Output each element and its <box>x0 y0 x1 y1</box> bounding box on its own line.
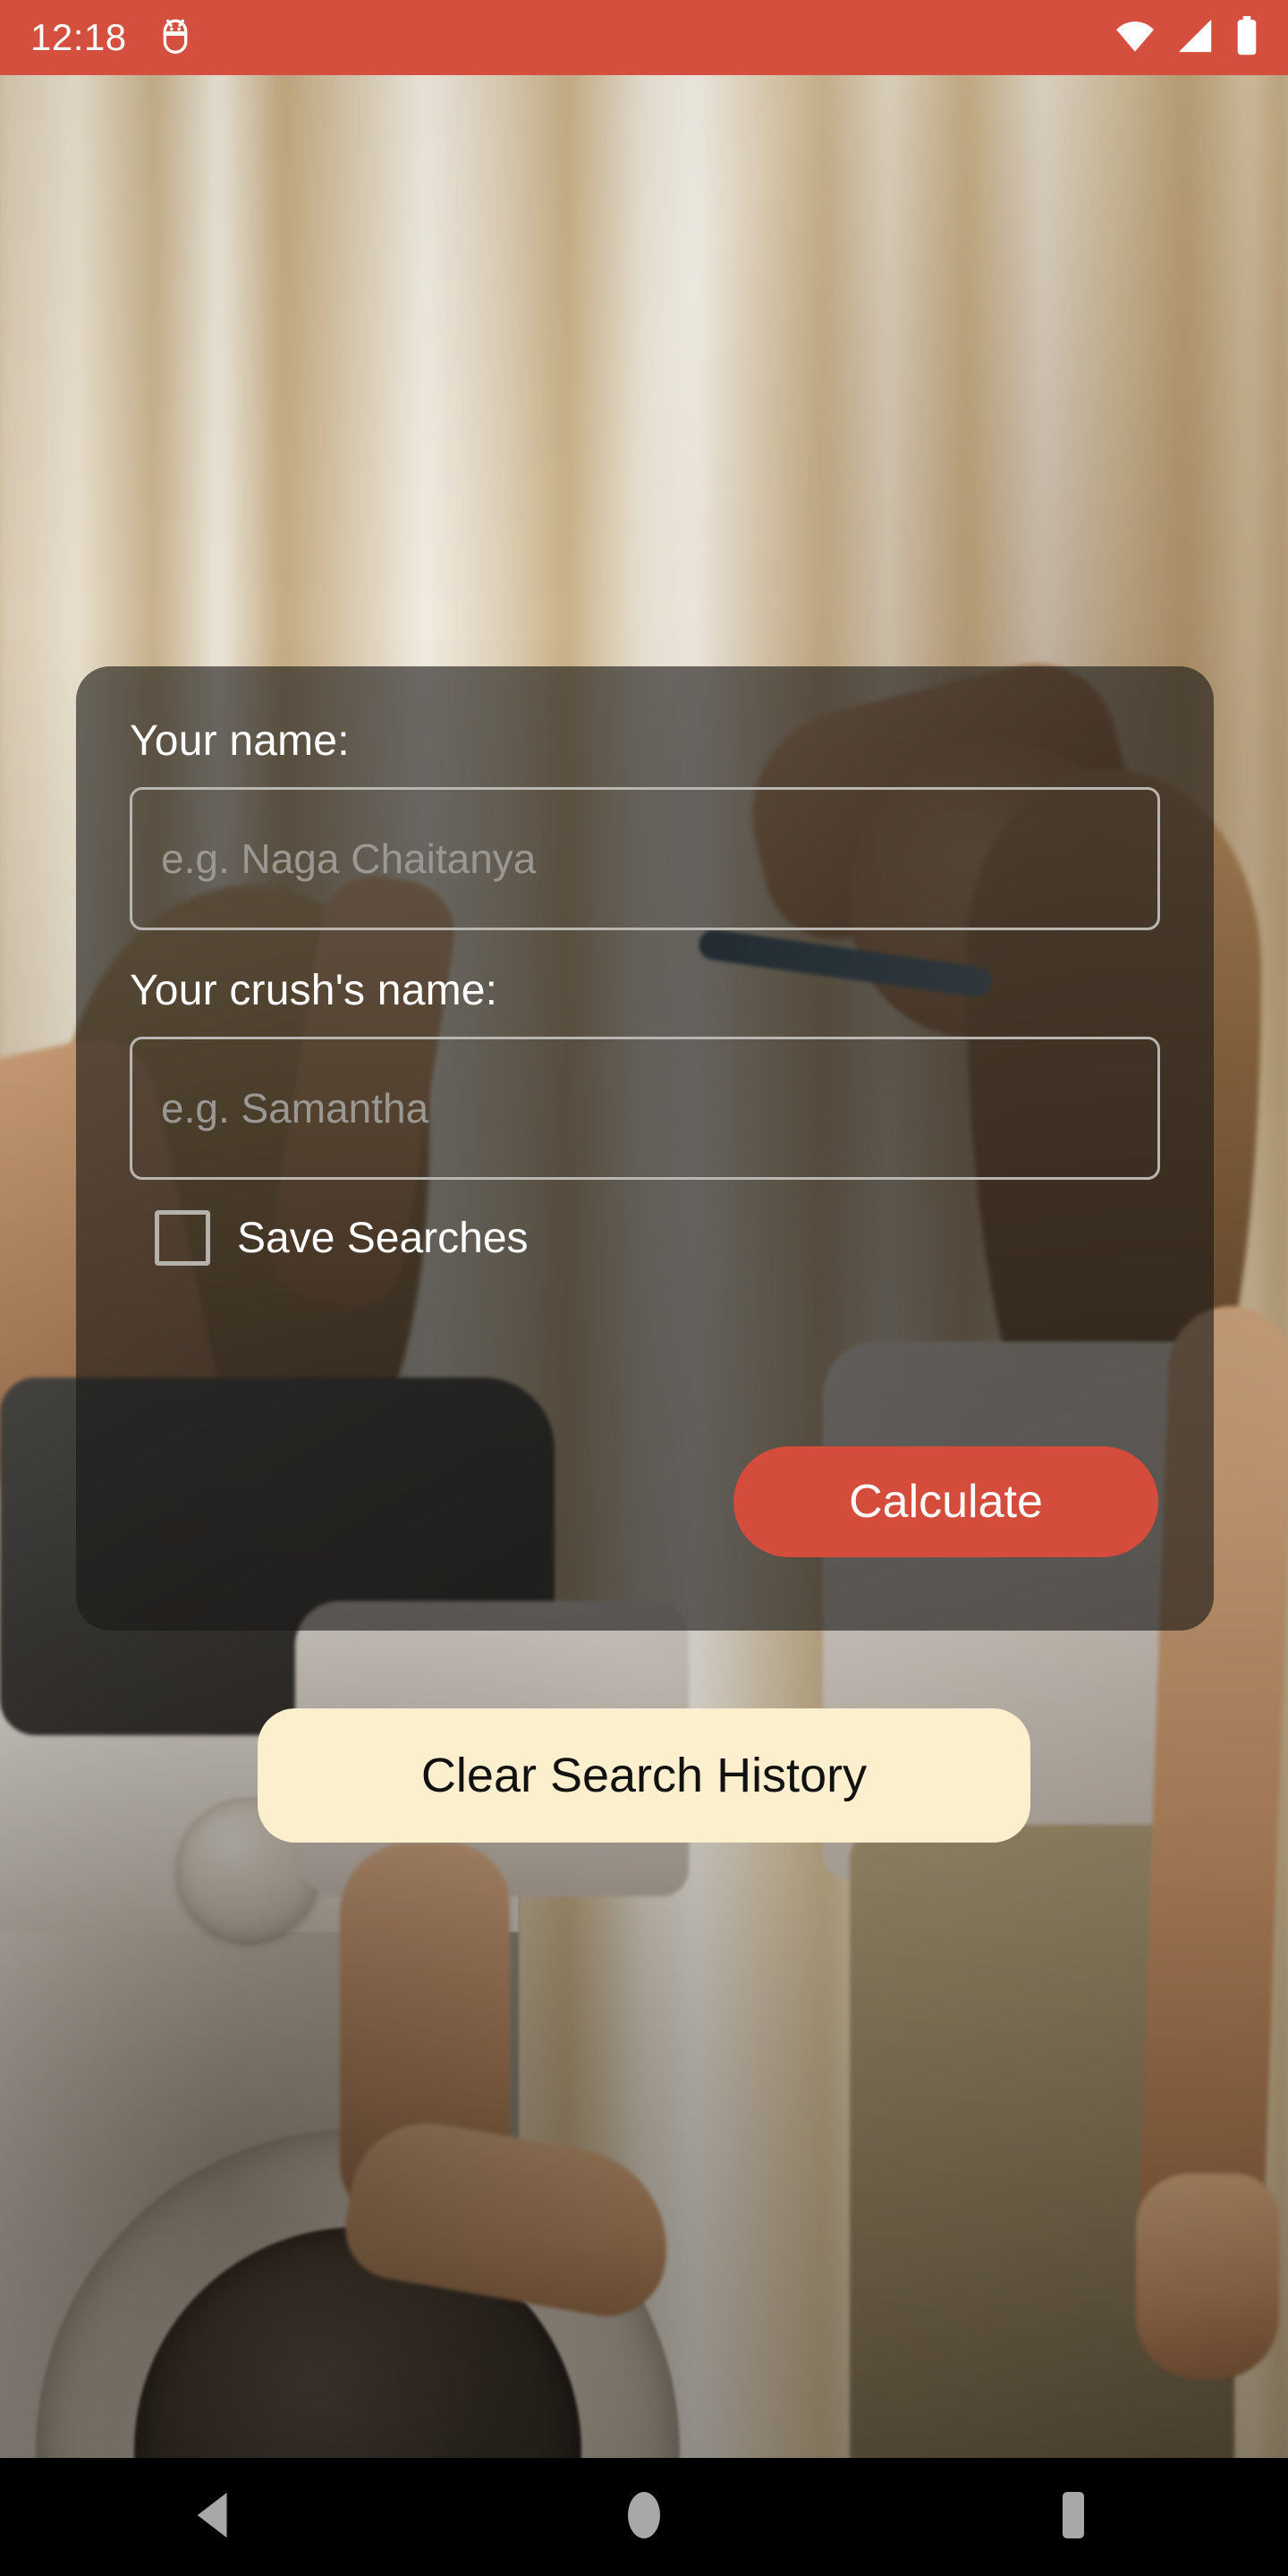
your-name-label: Your name: <box>130 717 350 765</box>
battery-icon <box>1234 15 1259 60</box>
back-triangle-icon <box>191 2489 238 2546</box>
calculate-button[interactable]: Calculate <box>733 1446 1158 1557</box>
android-debug-icon <box>157 16 193 60</box>
save-searches-row[interactable]: Save Searches <box>155 1210 1160 1266</box>
status-bar-left: 12:18 <box>30 16 193 60</box>
cellular-signal-icon <box>1175 18 1215 58</box>
status-bar-clock: 12:18 <box>30 16 127 58</box>
crush-name-field-group: Your crush's name: <box>130 966 1160 1180</box>
save-searches-label: Save Searches <box>237 1214 529 1262</box>
nav-recents-button[interactable] <box>1002 2458 1145 2576</box>
status-bar: 12:18 <box>0 0 1288 75</box>
save-searches-checkbox[interactable] <box>155 1210 210 1266</box>
your-name-field-group: Your name: <box>130 716 1160 930</box>
phone-screen: 12:18 Your name: e.g. Naga Chaitanya You… <box>0 0 1288 2576</box>
android-navigation-bar <box>0 2458 1288 2576</box>
status-bar-right <box>1114 15 1259 60</box>
nav-back-button[interactable] <box>143 2458 286 2576</box>
nav-home-button[interactable] <box>572 2458 716 2576</box>
your-name-input[interactable] <box>130 787 1160 930</box>
crush-name-label: Your crush's name: <box>130 967 498 1014</box>
clear-search-history-button[interactable]: Clear Search History <box>258 1708 1030 1843</box>
recents-square-icon <box>1052 2490 1095 2545</box>
home-circle-icon <box>622 2490 666 2545</box>
wifi-icon <box>1114 18 1156 58</box>
crush-name-input[interactable] <box>130 1037 1160 1180</box>
